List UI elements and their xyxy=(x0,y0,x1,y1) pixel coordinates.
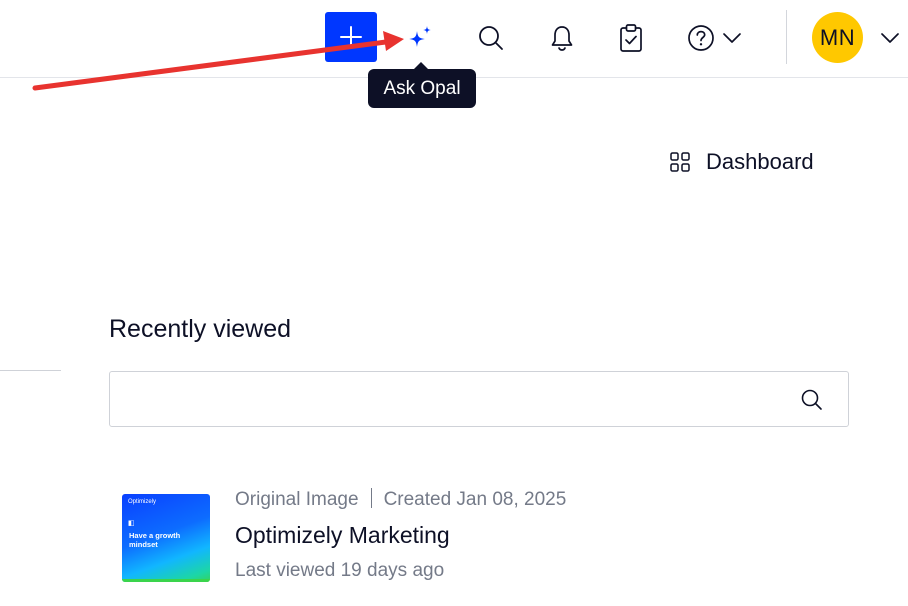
tasks-button[interactable] xyxy=(611,16,651,60)
dashboard-label: Dashboard xyxy=(706,149,814,174)
search-icon[interactable] xyxy=(800,388,824,412)
recently-viewed-title: Recently viewed xyxy=(109,315,292,343)
chevron-down-icon xyxy=(881,33,899,43)
item-created: Created Jan 08, 2025 xyxy=(383,489,567,510)
add-button[interactable] xyxy=(325,12,377,62)
divider xyxy=(0,370,61,371)
thumbnail-brand: Optimizely xyxy=(128,499,157,505)
user-avatar[interactable]: MN xyxy=(812,12,863,63)
meta-separator xyxy=(370,488,372,508)
bell-icon xyxy=(551,26,573,51)
plus-icon xyxy=(340,26,362,48)
help-circle-icon xyxy=(688,25,714,51)
grid-icon xyxy=(670,152,690,172)
notifications-button[interactable] xyxy=(542,16,582,60)
help-menu-button[interactable] xyxy=(683,16,753,60)
item-meta: Original Image Created Jan 08, 2025 xyxy=(235,488,566,511)
avatar-initials: MN xyxy=(819,24,856,50)
list-item[interactable]: Optimizely ◧ Have a growth mindset Origi… xyxy=(122,484,842,584)
header-divider xyxy=(786,10,787,64)
clipboard-check-icon xyxy=(620,24,642,52)
item-type: Original Image xyxy=(235,489,359,510)
tooltip-text: Ask Opal xyxy=(383,77,461,99)
ask-opal-button[interactable] xyxy=(400,16,440,60)
item-title[interactable]: Optimizely Marketing xyxy=(235,522,450,549)
dashboard-link[interactable]: Dashboard xyxy=(670,146,814,178)
search-icon xyxy=(479,26,503,50)
account-menu-toggle[interactable] xyxy=(876,26,904,50)
global-search-button[interactable] xyxy=(471,16,511,60)
ask-opal-tooltip: Ask Opal xyxy=(368,62,476,108)
thumbnail-text: Have a growth mindset xyxy=(129,531,181,549)
thumbnail-strip xyxy=(122,579,210,582)
recently-viewed-search xyxy=(109,371,849,427)
item-thumbnail: Optimizely ◧ Have a growth mindset xyxy=(122,494,210,582)
thumbnail-mark-icon: ◧ xyxy=(128,520,135,527)
recently-viewed-search-input[interactable] xyxy=(124,372,784,426)
sparkle-icon xyxy=(409,26,431,47)
item-last-viewed: Last viewed 19 days ago xyxy=(235,560,445,581)
top-bar: MN xyxy=(0,0,908,78)
chevron-down-icon xyxy=(723,33,741,43)
